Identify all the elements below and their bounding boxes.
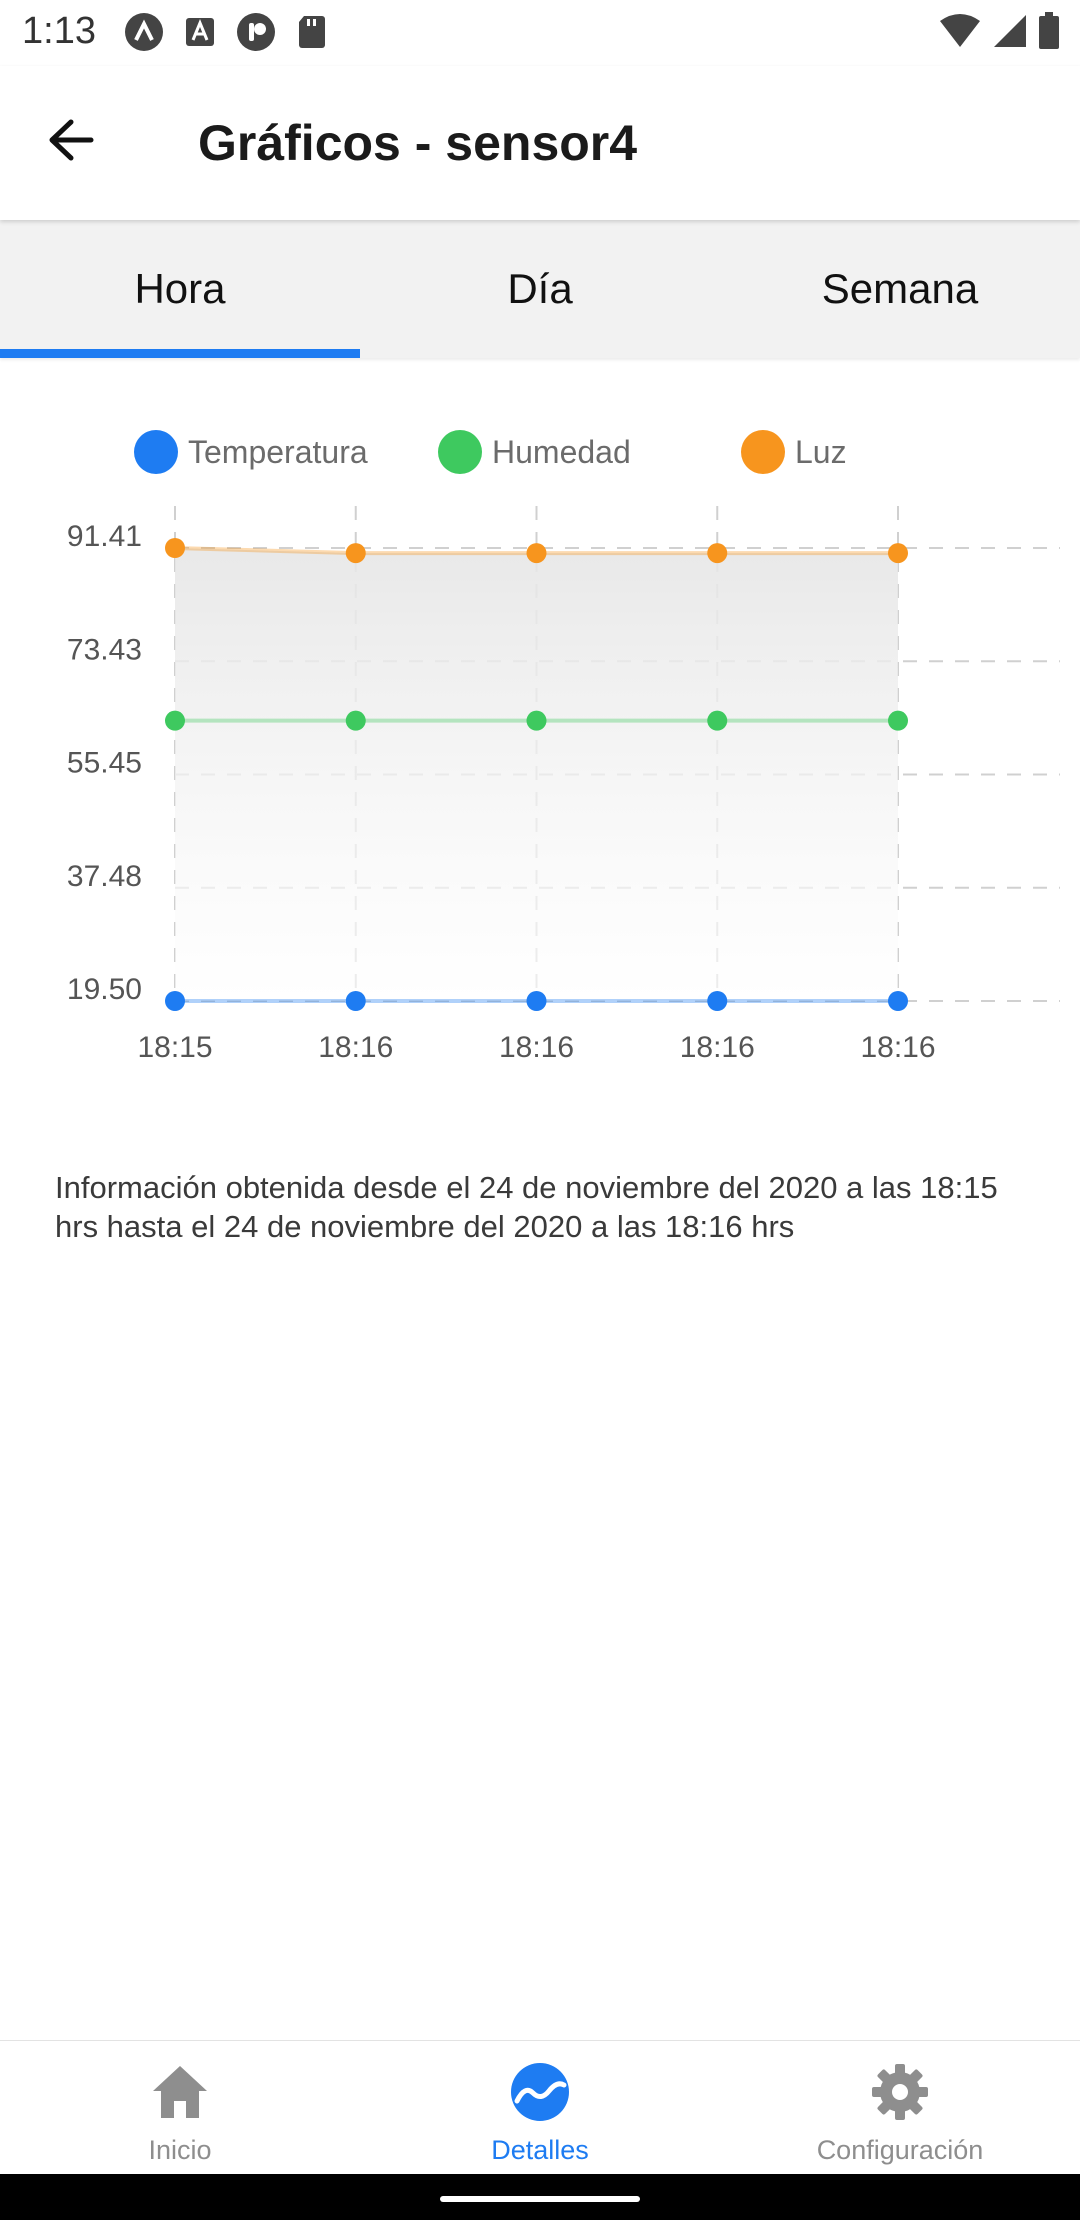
y-tick-label: 73.43 — [67, 633, 142, 666]
status-bar: 1:13 — [0, 0, 1080, 66]
font-notification-icon — [186, 18, 214, 46]
home-gesture-pill[interactable] — [440, 2196, 640, 2202]
back-button[interactable] — [30, 110, 112, 170]
tab-dia[interactable]: Día — [360, 220, 720, 358]
data-point-humedad — [888, 710, 908, 731]
wifi-icon — [940, 14, 980, 47]
nav-inicio[interactable]: Inicio — [0, 2041, 360, 2175]
data-point-luz — [165, 538, 185, 558]
data-point-luz — [888, 543, 908, 564]
data-point-humedad — [526, 710, 547, 731]
data-point-humedad — [707, 710, 728, 731]
nav-detalles[interactable]: Detalles — [360, 2041, 720, 2175]
data-point-temperatura — [345, 991, 366, 1011]
y-tick-label: 37.48 — [67, 860, 142, 893]
chart-plot: 91.41 73.43 55.45 37.48 19.50 18:15 18:16 18:1… — [67, 506, 1060, 1064]
app-notification-icon — [125, 13, 163, 51]
data-point-humedad — [165, 710, 185, 731]
signal-icon — [994, 15, 1026, 47]
chart-area-fill — [175, 548, 898, 1001]
system-status-icons — [938, 12, 1060, 50]
data-point-luz — [345, 543, 366, 564]
data-point-temperatura — [526, 991, 547, 1011]
nav-label-configuracion: Configuración — [816, 2135, 984, 2165]
sensor-chart: Temperatura Humedad Luz 91.41 73.43 55.45 3… — [0, 400, 1080, 1100]
y-tick-label: 55.45 — [67, 747, 142, 780]
tab-semana[interactable]: Semana — [720, 220, 1080, 358]
x-tick-label: 18:16 — [680, 1031, 755, 1064]
bottom-navigation: Inicio Detalles Configuración — [0, 2040, 1080, 2175]
y-tick-label: 91.41 — [67, 520, 142, 553]
data-point-luz — [707, 543, 728, 564]
system-nav-bar — [0, 2174, 1080, 2220]
gear-icon — [872, 2064, 928, 2120]
data-point-temperatura — [707, 991, 728, 1011]
page-title: Gráficos - sensor4 — [198, 115, 638, 171]
x-tick-label: 18:16 — [499, 1031, 574, 1064]
x-tick-label: 18:16 — [318, 1031, 393, 1064]
notification-icons — [124, 12, 332, 52]
tab-hora[interactable]: Hora — [0, 220, 360, 358]
nav-label-inicio: Inicio — [148, 2135, 212, 2165]
range-tabs: Hora Día Semana — [0, 220, 1080, 358]
home-icon — [153, 2066, 207, 2118]
arrow-back-icon — [49, 119, 94, 161]
date-range-info: Información obtenida desde el 24 de novi… — [55, 1170, 998, 1244]
nav-configuracion[interactable]: Configuración — [720, 2041, 1080, 2175]
data-point-temperatura — [165, 991, 185, 1011]
data-point-humedad — [345, 710, 366, 731]
chart-wave-icon — [511, 2063, 569, 2121]
status-time: 1:13 — [22, 10, 96, 52]
nav-label-detalles: Detalles — [491, 2135, 589, 2165]
x-tick-label: 18:16 — [860, 1031, 935, 1064]
y-tick-label: 19.50 — [67, 973, 142, 1006]
data-point-luz — [526, 543, 547, 564]
tiktok-notification-icon — [237, 13, 275, 51]
x-tick-label: 18:15 — [137, 1031, 212, 1064]
sd-card-icon — [299, 16, 325, 48]
app-bar: Gráficos - sensor4 — [0, 66, 1080, 220]
data-point-temperatura — [888, 991, 908, 1011]
battery-icon — [1039, 12, 1059, 49]
